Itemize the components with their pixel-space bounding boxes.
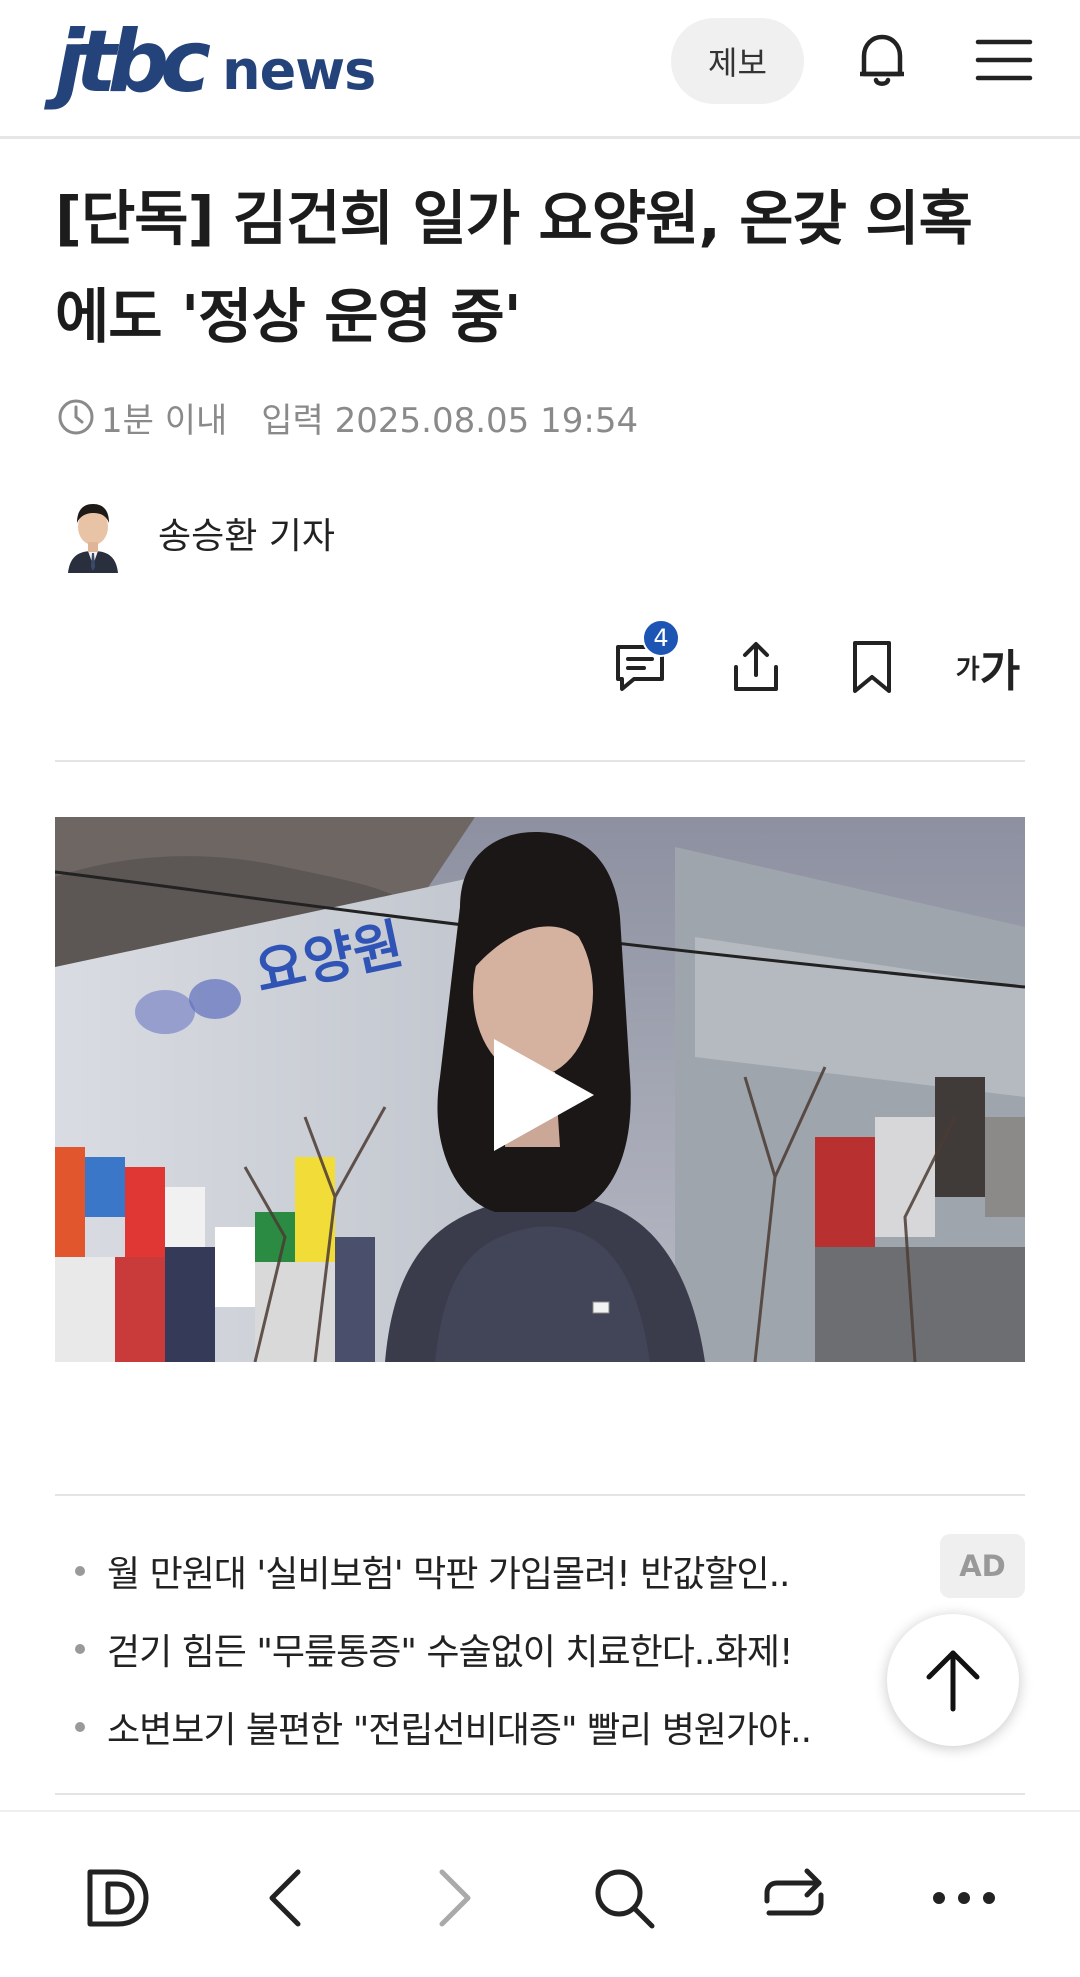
article-meta: 1분 이내 입력 2025.08.05 19:54 <box>57 392 638 442</box>
arrow-up-icon <box>926 1650 980 1712</box>
bookmark-icon <box>853 641 891 693</box>
ad-link-text: 월 만원대 '실비보험' 막판 가입몰려! 반값할인.. <box>107 1554 790 1595</box>
clock-icon <box>58 399 94 435</box>
ad-link[interactable]: 걷기 힘든 "무릎통증" 수술없이 치료한다..화제! <box>75 1610 1025 1688</box>
forward-icon[interactable] <box>420 1862 492 1934</box>
article-title: [단독] 김건희 일가 요양원, 온갖 의혹에도 '정상 운영 중' <box>55 184 973 351</box>
tip-button[interactable]: 제보 <box>671 18 804 104</box>
reporter-name: 송승환 기자 <box>158 516 336 557</box>
hamburger-menu-icon[interactable] <box>972 28 1036 92</box>
bullet <box>75 1722 85 1732</box>
divider <box>55 760 1025 762</box>
read-time: 1분 이내 <box>101 400 228 441</box>
bell-icon[interactable] <box>850 28 914 92</box>
published-date: 입력 2025.08.05 19:54 <box>261 400 639 441</box>
comment-button[interactable]: 4 <box>608 619 680 699</box>
reporter-avatar <box>64 493 122 573</box>
font-size-small-glyph: 가 <box>955 654 980 685</box>
ad-link-text: 소변보기 불편한 "전립선비대증" 빨리 병원가야.. <box>107 1710 812 1751</box>
divider <box>55 1494 1025 1496</box>
scroll-to-top-button[interactable] <box>887 1614 1019 1746</box>
more-options-icon[interactable] <box>928 1862 1000 1934</box>
ad-link-text: 걷기 힘든 "무릎통증" 수술없이 치료한다..화제! <box>107 1632 793 1673</box>
back-icon[interactable] <box>248 1862 320 1934</box>
ad-badge: AD <box>940 1534 1025 1598</box>
logo-text: news <box>222 39 376 102</box>
top-header: jtbc news 제보 <box>0 0 1080 139</box>
font-size-button[interactable]: 가가 <box>956 635 1020 699</box>
article-actions: 4 가가 <box>556 619 1020 702</box>
tabs-switch-icon[interactable] <box>758 1862 830 1934</box>
share-button[interactable] <box>724 635 788 699</box>
d-app-icon[interactable] <box>82 1862 154 1934</box>
ad-link[interactable]: 소변보기 불편한 "전립선비대증" 빨리 병원가야.. <box>75 1688 1025 1766</box>
divider <box>55 1793 1025 1795</box>
font-size-large-glyph: 가 <box>979 646 1021 697</box>
share-icon <box>734 642 778 691</box>
search-icon[interactable] <box>588 1862 660 1934</box>
bullet <box>75 1566 85 1576</box>
ad-link[interactable]: 월 만원대 '실비보험' 막판 가입몰려! 반값할인.. <box>75 1532 1025 1610</box>
bullet <box>75 1644 85 1654</box>
play-icon[interactable] <box>490 1035 600 1155</box>
reporter-info[interactable]: 송승환 기자 <box>64 493 335 573</box>
bookmark-button[interactable] <box>840 635 904 699</box>
jtbc-news-logo[interactable]: jtbc news <box>55 12 376 112</box>
comment-count-badge: 4 <box>642 619 680 657</box>
browser-toolbar <box>0 1810 1080 1977</box>
ad-list: 월 만원대 '실비보험' 막판 가입몰려! 반값할인.. 걷기 힘든 "무릎통증… <box>75 1532 1025 1766</box>
logo-mark: jtbc <box>55 12 211 112</box>
